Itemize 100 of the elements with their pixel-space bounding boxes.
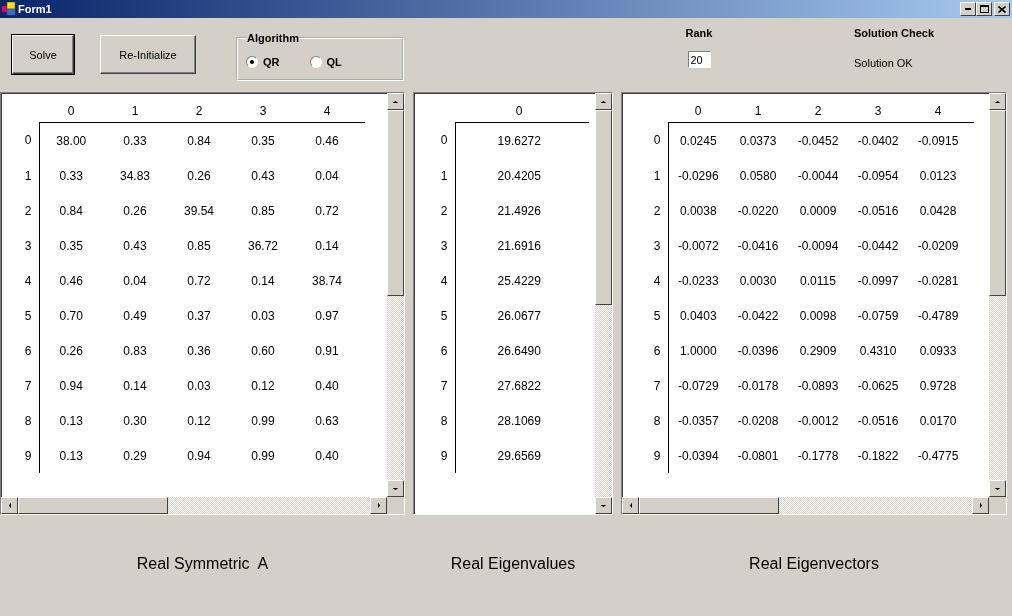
minimize-button[interactable]	[960, 2, 976, 16]
scrollbar-thumb[interactable]	[18, 497, 168, 514]
row-header: 8	[414, 403, 455, 438]
table-cell-text: 0.26	[122, 202, 148, 220]
scroll-down-button[interactable]	[595, 497, 612, 514]
table-cell-text: -0.0416	[736, 237, 780, 255]
triangle-right-icon	[376, 502, 381, 509]
table-cell: -0.0915	[908, 122, 968, 158]
table-cell-text: 0.29	[122, 447, 148, 465]
table-cell-text: 0.85	[250, 202, 276, 220]
row-header: 2	[414, 193, 455, 228]
table-cell-text: 0.43	[250, 167, 276, 185]
table-cell: 0.46	[39, 263, 103, 298]
table-cell-text: -0.0281	[916, 272, 960, 290]
column-header: 2	[788, 100, 848, 123]
scroll-left-button[interactable]	[1, 497, 18, 514]
column-header: 0	[39, 100, 103, 123]
table-cell-text: 0.2909	[798, 342, 838, 360]
table-cell-text: -0.4789	[916, 307, 960, 325]
panel-caption: Real Eigenvectors	[748, 555, 880, 573]
rank-label: Rank	[685, 27, 713, 39]
table-cell-text: 0.91	[314, 342, 340, 360]
table-cell-text: 36.72	[247, 237, 279, 255]
table-cell-text: -0.0012	[796, 412, 840, 430]
table-cell: 1.0000	[668, 333, 728, 368]
row-header: 1	[1, 158, 39, 193]
table-cell-text: 0.99	[250, 447, 276, 465]
table-cell-text: 0.12	[250, 377, 276, 395]
table-cell: -0.0072	[668, 228, 728, 263]
solve-button[interactable]: Solve	[12, 35, 74, 74]
row-header: 9	[414, 438, 455, 473]
table-cell: 26.6490	[455, 333, 583, 368]
table-cell: 0.70	[39, 298, 103, 333]
scroll-up-button[interactable]	[989, 93, 1006, 110]
scrollbar-thumb[interactable]	[989, 110, 1006, 296]
scroll-down-button[interactable]	[387, 480, 404, 497]
table-cell-text: -0.0396	[736, 342, 780, 360]
scroll-up-button[interactable]	[595, 93, 612, 110]
column-header: 0	[668, 100, 728, 123]
row-header: 7	[622, 368, 668, 403]
triangle-right-icon	[978, 502, 983, 509]
table-cell-text: 0.63	[314, 412, 340, 430]
row-header: 9	[1, 438, 39, 473]
table-cell-text: 0.4310	[858, 342, 898, 360]
radio-button[interactable]: QR	[246, 55, 280, 68]
table-cell: 0.33	[103, 122, 167, 158]
radio-button[interactable]: QL	[309, 55, 342, 68]
table-cell-text: 39.54	[183, 202, 215, 220]
close-button[interactable]	[994, 2, 1010, 16]
column-header: 3	[231, 100, 295, 123]
triangle-down-icon	[994, 486, 1001, 491]
table-cell-text: -0.1778	[796, 447, 840, 465]
column-header: 4	[908, 100, 968, 123]
triangle-left-icon	[628, 502, 633, 509]
table-cell: -0.0452	[788, 122, 848, 158]
scrollbar-thumb[interactable]	[595, 110, 612, 305]
table-cell: 0.33	[39, 158, 103, 193]
table-cell-text: 0.72	[314, 202, 340, 220]
column-header: 2	[167, 100, 231, 123]
row-header: 0	[414, 122, 455, 158]
column-header: 3	[848, 100, 908, 123]
table-cell: -0.0729	[668, 368, 728, 403]
scroll-down-button[interactable]	[989, 480, 1006, 497]
table-cell-text: 0.0098	[798, 307, 838, 325]
triangle-up-icon	[392, 99, 399, 104]
scroll-right-button[interactable]	[972, 497, 989, 514]
row-header: 9	[622, 438, 668, 473]
table-cell-text: -0.1822	[856, 447, 900, 465]
table-cell: 21.4926	[455, 193, 583, 228]
table-cell-text: -0.0178	[736, 377, 780, 395]
table-cell-text: 0.12	[186, 412, 212, 430]
scroll-right-button[interactable]	[370, 497, 387, 514]
table-cell-text: 0.60	[250, 342, 276, 360]
scroll-left-button[interactable]	[622, 497, 639, 514]
table-cell: -0.0296	[668, 158, 728, 193]
table-cell-text: 0.14	[314, 237, 340, 255]
scrollbar-thumb[interactable]	[639, 497, 779, 514]
rank-input[interactable]: 20	[687, 51, 711, 68]
triangle-down-icon	[392, 486, 399, 491]
row-header: 7	[1, 368, 39, 403]
maximize-button[interactable]	[976, 2, 992, 16]
table-cell: 0.13	[39, 438, 103, 473]
table-cell-text: 0.0428	[918, 202, 958, 220]
scrollbar-thumb[interactable]	[387, 110, 404, 296]
panel-caption: Real Symmetric A	[135, 555, 270, 573]
table-cell: -0.0394	[668, 438, 728, 473]
table-cell: 25.4229	[455, 263, 583, 298]
table-cell-text: 0.97	[314, 307, 340, 325]
reinitialize-button[interactable]: Re-Initialize	[100, 35, 196, 74]
solution-check-label: Solution Check	[854, 27, 935, 39]
table-cell-text: 0.0933	[918, 342, 958, 360]
table-cell-text: 38.74	[311, 272, 343, 290]
table-cell: 29.6569	[455, 438, 583, 473]
scroll-up-button[interactable]	[387, 93, 404, 110]
table-cell-text: -0.0094	[796, 237, 840, 255]
triangle-up-icon	[600, 99, 607, 104]
table-cell: 38.00	[39, 122, 103, 158]
column-header: 1	[728, 100, 788, 123]
table-cell-text: 0.36	[186, 342, 212, 360]
row-header: 5	[414, 298, 455, 333]
